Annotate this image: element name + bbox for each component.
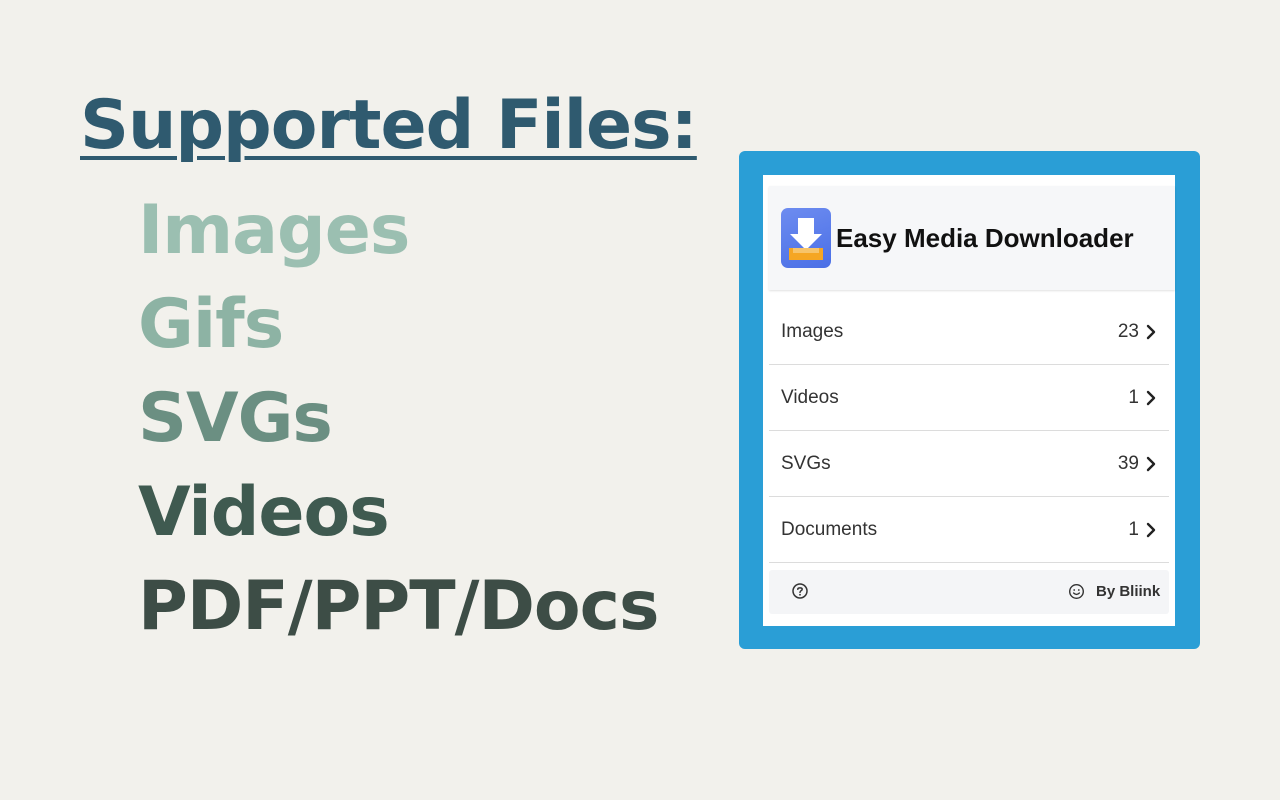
credit-link[interactable]: By Bliink bbox=[1096, 583, 1160, 601]
supported-files-list: Images Gifs SVGs Videos PDF/PPT/Docs bbox=[138, 184, 659, 654]
category-count: 39 bbox=[1117, 453, 1139, 474]
smile-icon bbox=[1068, 583, 1085, 600]
category-label: Images bbox=[781, 321, 844, 342]
extension-popup: Easy Media Downloader Images 23 Videos 1… bbox=[763, 175, 1175, 626]
popup-header: Easy Media Downloader bbox=[769, 186, 1175, 290]
category-count: 1 bbox=[1128, 519, 1139, 540]
category-label: Videos bbox=[781, 387, 839, 408]
file-type-images: Images bbox=[138, 191, 410, 270]
category-label: SVGs bbox=[781, 453, 831, 474]
category-row-images[interactable]: Images 23 bbox=[769, 299, 1169, 365]
popup-frame: Easy Media Downloader Images 23 Videos 1… bbox=[739, 151, 1200, 649]
app-title: Easy Media Downloader bbox=[836, 223, 1134, 253]
page-heading: Supported Files: bbox=[80, 86, 698, 165]
popup-footer: By Bliink bbox=[769, 570, 1169, 614]
category-count: 1 bbox=[1128, 387, 1139, 408]
download-tray-icon bbox=[781, 208, 831, 268]
file-type-docs: PDF/PPT/Docs bbox=[138, 567, 659, 646]
question-circle-icon[interactable] bbox=[791, 582, 809, 600]
file-type-videos: Videos bbox=[138, 473, 390, 552]
chevron-right-icon bbox=[1146, 390, 1156, 406]
category-label: Documents bbox=[781, 519, 878, 540]
category-row-svgs[interactable]: SVGs 39 bbox=[769, 431, 1169, 497]
file-type-gifs: Gifs bbox=[138, 285, 284, 364]
category-count: 23 bbox=[1117, 321, 1139, 342]
category-row-documents[interactable]: Documents 1 bbox=[769, 497, 1169, 563]
category-row-videos[interactable]: Videos 1 bbox=[769, 365, 1169, 431]
chevron-right-icon bbox=[1146, 456, 1156, 472]
media-category-list: Images 23 Videos 1 SVGs 39 Documents 1 bbox=[769, 299, 1169, 563]
file-type-svgs: SVGs bbox=[138, 379, 333, 458]
chevron-right-icon bbox=[1146, 324, 1156, 340]
chevron-right-icon bbox=[1146, 522, 1156, 538]
